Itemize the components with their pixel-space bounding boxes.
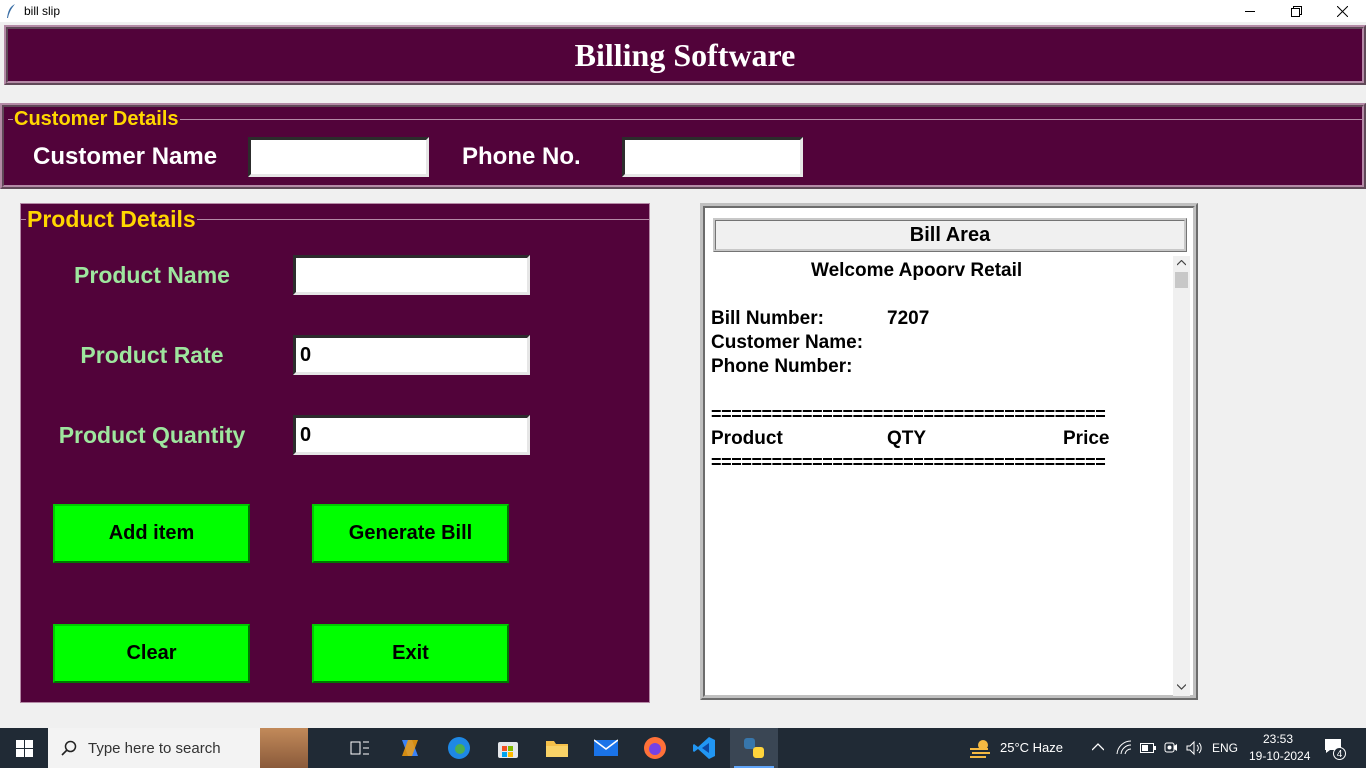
vscode-icon [693,737,715,759]
copilot-button[interactable] [398,736,422,760]
customer-name-label: Customer Name [33,143,218,170]
task-view-button[interactable] [348,736,372,760]
haze-icon [970,740,990,758]
close-icon [1336,5,1348,17]
bill-col-price: Price [1063,428,1110,449]
product-rate-input[interactable] [293,335,530,375]
network-icon[interactable] [1116,740,1132,756]
task-view-icon [350,741,369,755]
mail-icon [594,739,618,756]
edge-button[interactable] [447,736,471,760]
app-heading: Billing Software [4,25,1366,85]
bill-textarea[interactable]: Welcome Apoorv Retail Bill Number: 7207 … [711,258,1173,694]
close-button[interactable] [1319,0,1365,22]
app-heading-text: Billing Software [574,36,796,73]
taskbar: Type here to search 25°C Haze ENG 23:53 [0,728,1366,768]
product-details-frame: Product Details Product Name Product Rat… [20,203,650,703]
edge-icon [448,737,470,759]
restore-button[interactable] [1273,0,1319,22]
exit-button[interactable]: Exit [312,624,509,683]
phone-input[interactable] [622,137,803,177]
customer-name-input[interactable] [248,137,429,177]
battery-icon[interactable] [1140,742,1156,754]
bill-phone-number-label: Phone Number: [711,356,853,377]
meet-now-icon[interactable] [1164,740,1178,756]
bill-area-frame: Bill Area Welcome Apoorv Retail Bill Num… [700,203,1198,700]
product-rate-label: Product Rate [80,342,224,368]
folder-icon [546,741,568,757]
python-app-button[interactable] [730,728,778,768]
search-icon [61,740,77,756]
weather-text[interactable]: 25°C Haze [1000,740,1063,755]
start-button[interactable] [12,736,36,760]
chevron-up-icon[interactable] [1092,743,1104,751]
product-frame-title: Product Details [26,206,197,233]
restore-icon [1290,5,1302,17]
copilot-icon [402,740,418,756]
scrollbar-thumb[interactable] [1175,272,1188,288]
product-quantity-label: Product Quantity [58,422,246,448]
bill-col-product: Product [711,428,783,449]
product-name-input[interactable] [293,255,530,295]
bill-number-label: Bill Number: [711,308,824,329]
minimize-icon [1244,10,1255,12]
volume-icon[interactable] [1186,740,1204,756]
product-quantity-input[interactable] [293,415,530,455]
firefox-button[interactable] [643,736,667,760]
vscode-button[interactable] [692,736,716,760]
clock-date[interactable]: 19-10-2024 [1249,749,1310,763]
add-item-button[interactable]: Add item [53,504,250,563]
clear-button[interactable]: Clear [53,624,250,683]
python-icon [744,738,764,758]
file-explorer-button[interactable] [545,736,569,760]
clock-time[interactable]: 23:53 [1263,732,1293,746]
bill-scrollbar[interactable] [1173,256,1190,696]
bill-customer-name-label: Customer Name: [711,332,864,353]
feather-icon [7,4,15,18]
scroll-up-icon[interactable] [1177,260,1186,266]
notification-count: 4 [1333,747,1346,760]
windows-icon [15,739,33,757]
search-placeholder: Type here to search [88,740,221,757]
firefox-icon [644,737,666,759]
bill-separator-bottom: ======================================= [711,452,1106,472]
bill-separator-top: ======================================= [711,404,1106,424]
store-icon [498,742,518,758]
customer-details-frame: Customer Details Customer Name Phone No. [0,103,1366,189]
bill-col-qty: QTY [887,428,927,449]
language-indicator[interactable]: ENG [1212,741,1238,755]
phone-label: Phone No. [462,143,581,170]
generate-bill-button[interactable]: Generate Bill [312,504,509,563]
window-title: bill slip [24,4,61,18]
weather-button[interactable] [968,736,992,760]
notification-center-button[interactable]: 4 [1324,738,1346,760]
bill-welcome: Welcome Apoorv Retail [811,260,1023,281]
taskbar-search[interactable]: Type here to search [48,728,308,768]
search-highlight-image [260,728,308,768]
bill-number-value: 7207 [887,308,930,329]
scroll-down-icon[interactable] [1177,684,1186,690]
store-button[interactable] [496,736,520,760]
frame-border-line [8,119,1362,120]
mail-button[interactable] [594,736,618,760]
minimize-button[interactable] [1227,0,1273,22]
product-name-label: Product Name [74,262,230,288]
window-titlebar: bill slip [0,0,1366,22]
bill-area-title: Bill Area [713,218,1187,252]
customer-frame-title: Customer Details [13,108,180,131]
